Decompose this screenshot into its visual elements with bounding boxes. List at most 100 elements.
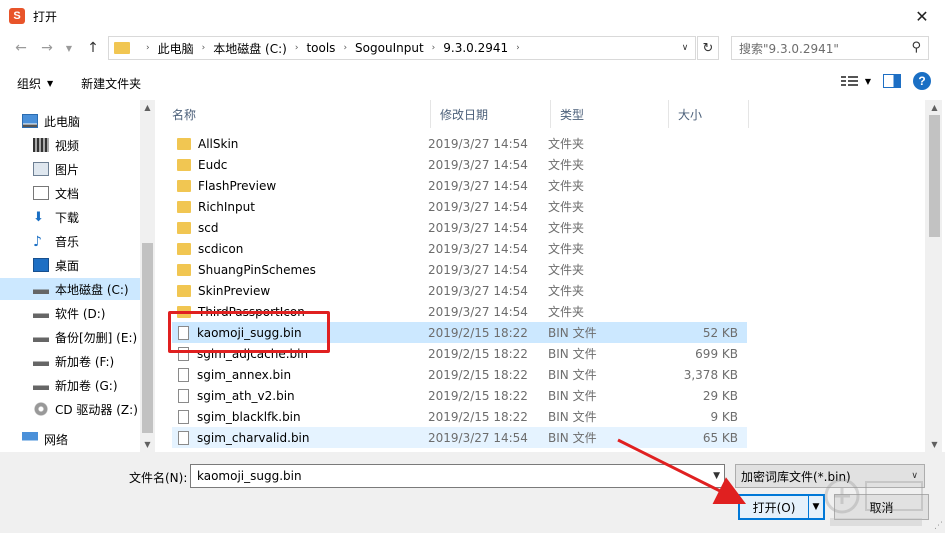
preview-pane-icon[interactable] <box>883 74 901 88</box>
breadcrumb-separator-icon[interactable]: › <box>295 43 299 53</box>
file-date: 2019/2/15 18:22 <box>428 325 528 340</box>
sidebar-item-label: 下载 <box>55 210 80 225</box>
help-icon[interactable]: ? <box>913 72 931 90</box>
breadcrumb-separator-icon[interactable]: › <box>202 43 206 53</box>
scroll-up-icon[interactable]: ▲ <box>140 100 155 115</box>
up-button[interactable]: ↑ <box>82 37 104 59</box>
breadcrumb-item[interactable]: 本地磁盘 (C:) <box>213 40 287 57</box>
breadcrumb-item[interactable]: 9.3.0.2941 <box>443 41 508 55</box>
sidebar-item[interactable]: CD 驱动器 (Z:) <box>0 398 140 420</box>
address-dropdown[interactable]: ∨ <box>675 37 695 59</box>
breadcrumb-item[interactable]: SogouInput <box>355 41 424 55</box>
folder-icon <box>177 179 191 192</box>
file-date: 2019/2/15 18:22 <box>428 346 528 361</box>
file-row[interactable]: SkinPreview 2019/3/27 14:54 文件夹 <box>172 280 747 301</box>
breadcrumb-separator-icon[interactable]: › <box>343 43 347 53</box>
download-icon: ⬇ <box>33 210 44 225</box>
sidebar-item[interactable]: 本地磁盘 (C:) <box>0 278 140 300</box>
breadcrumb-item[interactable]: tools <box>306 41 335 55</box>
sidebar-item[interactable]: 图片 <box>0 158 140 180</box>
column-size[interactable]: 大小 <box>669 100 749 128</box>
file-row[interactable]: scdicon 2019/3/27 14:54 文件夹 <box>172 238 747 259</box>
chevron-down-icon[interactable]: ▼ <box>713 471 720 481</box>
folder-icon <box>114 42 130 54</box>
file-row[interactable]: RichInput 2019/3/27 14:54 文件夹 <box>172 196 747 217</box>
forward-button[interactable]: → <box>36 37 58 59</box>
file-row[interactable]: ShuangPinSchemes 2019/3/27 14:54 文件夹 <box>172 259 747 280</box>
file-row[interactable]: sgim_blacklfk.bin 2019/2/15 18:22 BIN 文件 9 … <box>172 406 747 427</box>
sidebar-item[interactable]: 备份[勿删] (E:) <box>0 326 140 348</box>
breadcrumb-item[interactable]: 此电脑 <box>158 40 194 57</box>
sidebar-item[interactable]: ⬇ 下载 <box>0 206 140 228</box>
file-name: sgim_annex.bin <box>197 367 292 382</box>
chevron-down-icon: ∨ <box>911 471 918 481</box>
file-type: BIN 文件 <box>548 389 597 403</box>
scroll-up-icon[interactable]: ▲ <box>927 100 942 115</box>
cancel-button[interactable]: 取消 <box>834 494 929 520</box>
file-row[interactable]: sgim_charvalid.bin 2019/3/27 14:54 BIN 文件 6… <box>172 427 747 448</box>
file-row[interactable]: FlashPreview 2019/3/27 14:54 文件夹 <box>172 175 747 196</box>
refresh-button[interactable]: ↻ <box>697 36 719 60</box>
command-toolbar: 组织 ▼ 新建文件夹 ▼ ? <box>0 68 945 98</box>
close-button[interactable]: ✕ <box>899 0 945 32</box>
column-name[interactable]: 名称 ^ <box>163 100 431 128</box>
back-button[interactable]: ← <box>10 37 32 59</box>
back-arrow-icon: ← <box>15 40 27 56</box>
sidebar-item[interactable]: 此电脑 <box>0 110 140 132</box>
new-folder-button[interactable]: 新建文件夹 <box>81 75 141 92</box>
address-bar[interactable]: › 此电脑 › 本地磁盘 (C:) › tools › SogouInput › 9.3.0.29… <box>108 36 696 60</box>
chevron-down-icon: ▼ <box>65 43 73 53</box>
search-input[interactable]: 搜索"9.3.0.2941" ⚲ <box>731 36 929 60</box>
file-date: 2019/3/27 14:54 <box>428 262 528 277</box>
sidebar-scroll-thumb[interactable] <box>142 243 153 433</box>
sidebar-item[interactable]: 新加卷 (F:) <box>0 350 140 372</box>
sidebar-item[interactable]: ♪ 音乐 <box>0 230 140 252</box>
open-split-dropdown[interactable]: ▼ <box>808 496 823 518</box>
resize-grip-icon[interactable]: ⋰ <box>934 521 943 531</box>
folder-icon <box>177 242 191 255</box>
recent-locations-button[interactable]: ▼ <box>58 37 80 59</box>
column-date[interactable]: 修改日期 <box>431 100 551 128</box>
drive-icon <box>33 306 49 320</box>
column-type[interactable]: 类型 <box>551 100 669 128</box>
file-type: 文件夹 <box>548 221 585 235</box>
filename-input[interactable]: kaomoji_sugg.bin ▼ <box>190 464 725 488</box>
file-row[interactable]: scd 2019/3/27 14:54 文件夹 <box>172 217 747 238</box>
file-date: 2019/3/27 14:54 <box>428 199 528 214</box>
sidebar-item[interactable]: 新加卷 (G:) <box>0 374 140 396</box>
file-type-select[interactable]: 加密词库文件(*.bin) ∨ <box>735 464 925 488</box>
sidebar-item[interactable]: 桌面 <box>0 254 140 276</box>
sidebar-item-label: 文档 <box>55 186 80 201</box>
sidebar-item[interactable]: 视频 <box>0 134 140 156</box>
sidebar-item[interactable]: 文档 <box>0 182 140 204</box>
file-date: 2019/2/15 18:22 <box>428 388 528 403</box>
file-type: 文件夹 <box>548 263 585 277</box>
file-row[interactable]: sgim_ath_v2.bin 2019/2/15 18:22 BIN 文件 29 K… <box>172 385 747 406</box>
breadcrumb-separator-icon[interactable]: › <box>146 43 150 53</box>
organize-button[interactable]: 组织 ▼ <box>17 75 53 92</box>
sidebar-item[interactable]: 网络 <box>0 428 140 450</box>
file-row[interactable]: sgim_annex.bin 2019/2/15 18:22 BIN 文件 3,378… <box>172 364 747 385</box>
file-row[interactable]: AllSkin 2019/3/27 14:54 文件夹 <box>172 133 747 154</box>
file-type: BIN 文件 <box>548 431 597 445</box>
details-view-icon <box>840 74 859 88</box>
file-row[interactable]: Eudc 2019/3/27 14:54 文件夹 <box>172 154 747 175</box>
breadcrumb-separator-icon[interactable]: › <box>516 43 520 53</box>
file-date: 2019/3/27 14:54 <box>428 136 528 151</box>
file-icon <box>178 367 189 382</box>
window-title: 打开 <box>33 9 58 24</box>
folder-icon <box>177 158 191 171</box>
sidebar-item[interactable]: 软件 (D:) <box>0 302 140 324</box>
open-button[interactable]: 打开(O) ▼ <box>738 494 825 520</box>
scroll-down-icon[interactable]: ▼ <box>927 437 942 452</box>
sidebar-item-label: 软件 (D:) <box>55 306 106 321</box>
file-name-cell: FlashPreview <box>172 179 428 193</box>
search-placeholder: 搜索"9.3.0.2941" <box>739 41 839 56</box>
file-name-cell: ShuangPinSchemes <box>172 263 428 277</box>
breadcrumb-separator-icon[interactable]: › <box>432 43 436 53</box>
file-name: sgim_blacklfk.bin <box>197 409 301 424</box>
list-scroll-thumb[interactable] <box>929 115 940 237</box>
file-name: sgim_charvalid.bin <box>197 430 310 445</box>
change-view-button[interactable]: ▼ <box>840 74 871 88</box>
scroll-down-icon[interactable]: ▼ <box>140 437 155 452</box>
